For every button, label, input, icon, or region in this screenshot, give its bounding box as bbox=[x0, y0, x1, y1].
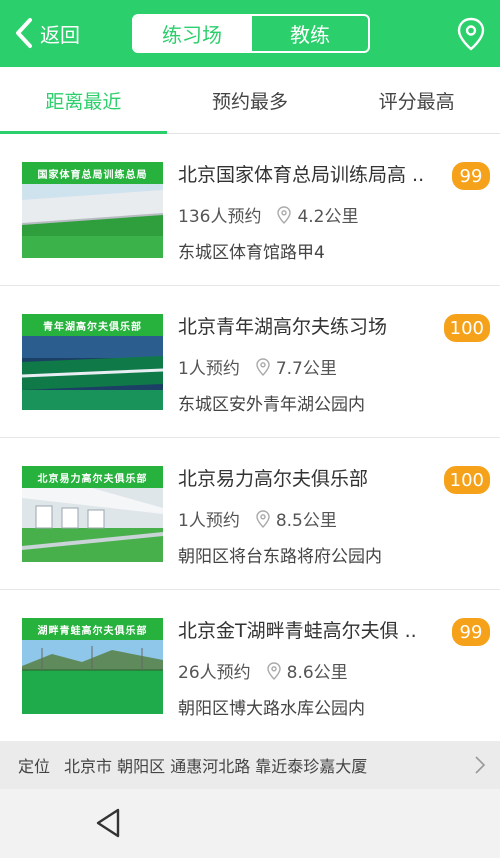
location-pin-icon bbox=[256, 509, 270, 528]
location-bar[interactable]: 定位 北京市 朝阳区 通惠河北路 靠近泰珍嘉大厦 bbox=[0, 741, 500, 789]
booking-count: 1人预约 bbox=[178, 511, 240, 531]
chevron-left-icon bbox=[16, 18, 32, 48]
list-item[interactable]: 北京易力高尔夫俱乐部 北京易力高尔夫俱乐部 1人预约 8.5公里 朝阳区将台东路… bbox=[0, 438, 500, 590]
location-label: 定位 bbox=[18, 757, 51, 776]
venue-title: 北京国家体育总局训练局高 .. bbox=[178, 164, 425, 186]
distance: 7.7公里 bbox=[275, 359, 337, 379]
driving-range-image bbox=[22, 336, 163, 410]
back-button[interactable]: 返回 bbox=[14, 14, 80, 52]
venue-meta: 26人预约 8.6公里 bbox=[178, 658, 348, 683]
segment-control: 练习场 教练 bbox=[132, 14, 370, 53]
venue-title: 北京易力高尔夫俱乐部 bbox=[178, 468, 369, 490]
thumbnail-caption: 青年湖高尔夫俱乐部 bbox=[22, 314, 163, 336]
venue-address: 东城区安外青年湖公园内 bbox=[178, 395, 365, 415]
booking-count: 26人预约 bbox=[178, 663, 251, 683]
list-item[interactable]: 青年湖高尔夫俱乐部 北京青年湖高尔夫练习场 1人预约 7.7公里 东城区安外青年… bbox=[0, 286, 500, 438]
driving-range-image bbox=[22, 184, 163, 258]
location-pin-icon[interactable] bbox=[456, 17, 486, 51]
list-item[interactable]: 湖畔青蛙高尔夫俱乐部 北京金T湖畔青蛙高尔夫俱 .. 26人预约 8.6公里 朝… bbox=[0, 590, 500, 742]
segment-coach[interactable]: 教练 bbox=[250, 16, 368, 51]
venue-meta: 1人预约 7.7公里 bbox=[178, 354, 337, 379]
distance: 8.6公里 bbox=[286, 663, 348, 683]
current-location: 北京市 朝阳区 通惠河北路 靠近泰珍嘉大厦 bbox=[64, 757, 368, 776]
distance: 8.5公里 bbox=[275, 511, 337, 531]
venue-meta: 136人预约 4.2公里 bbox=[178, 202, 359, 227]
venue-thumbnail: 湖畔青蛙高尔夫俱乐部 bbox=[22, 618, 163, 714]
segment-practice-range[interactable]: 练习场 bbox=[134, 16, 250, 51]
tab-most-booked[interactable]: 预约最多 bbox=[167, 67, 334, 133]
thumbnail-caption: 国家体育总局训练总局 bbox=[22, 162, 163, 184]
location-pin-icon bbox=[256, 357, 270, 376]
score-badge: 99 bbox=[452, 618, 490, 646]
score-badge: 99 bbox=[452, 162, 490, 190]
tab-top-rated[interactable]: 评分最高 bbox=[333, 67, 500, 133]
venue-thumbnail: 国家体育总局训练总局 bbox=[22, 162, 163, 258]
driving-range-image bbox=[22, 488, 163, 562]
score-badge: 100 bbox=[443, 314, 490, 342]
distance: 4.2公里 bbox=[297, 207, 359, 227]
booking-count: 136人预约 bbox=[178, 207, 262, 227]
back-label: 返回 bbox=[40, 22, 80, 47]
venue-address: 朝阳区将台东路将府公园内 bbox=[178, 547, 382, 567]
nav-back-triangle-icon[interactable] bbox=[94, 807, 122, 839]
location-pin-icon bbox=[266, 661, 281, 680]
system-nav-bar bbox=[0, 789, 500, 858]
score-badge: 100 bbox=[443, 466, 490, 494]
sort-tabs: 距离最近 预约最多 评分最高 bbox=[0, 67, 500, 134]
venue-list: 国家体育总局训练总局 北京国家体育总局训练局高 .. 136人预约 4.2公里 … bbox=[0, 134, 500, 742]
venue-thumbnail: 北京易力高尔夫俱乐部 bbox=[22, 466, 163, 562]
venue-thumbnail: 青年湖高尔夫俱乐部 bbox=[22, 314, 163, 410]
thumbnail-caption: 湖畔青蛙高尔夫俱乐部 bbox=[22, 618, 163, 640]
driving-range-image bbox=[22, 640, 163, 714]
chevron-right-icon bbox=[475, 756, 486, 774]
thumbnail-caption: 北京易力高尔夫俱乐部 bbox=[22, 466, 163, 488]
tab-nearest[interactable]: 距离最近 bbox=[0, 67, 167, 134]
venue-meta: 1人预约 8.5公里 bbox=[178, 506, 337, 531]
top-bar: 返回 练习场 教练 bbox=[0, 0, 500, 67]
venue-title: 北京金T湖畔青蛙高尔夫俱 .. bbox=[178, 620, 417, 642]
venue-address: 东城区体育馆路甲4 bbox=[178, 243, 325, 263]
list-item[interactable]: 国家体育总局训练总局 北京国家体育总局训练局高 .. 136人预约 4.2公里 … bbox=[0, 134, 500, 286]
location-pin-icon bbox=[277, 205, 292, 224]
booking-count: 1人预约 bbox=[178, 359, 240, 379]
venue-title: 北京青年湖高尔夫练习场 bbox=[178, 316, 388, 338]
venue-address: 朝阳区博大路水库公园内 bbox=[178, 699, 365, 719]
